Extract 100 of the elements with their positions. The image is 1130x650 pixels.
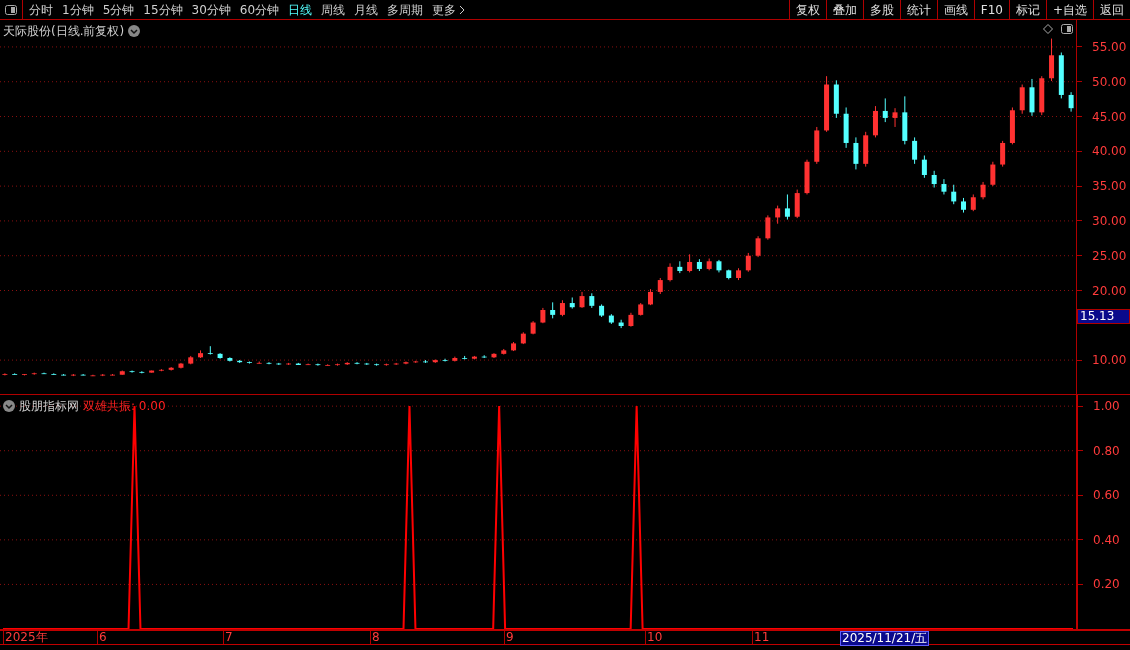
candle <box>491 352 497 359</box>
candle <box>442 358 448 362</box>
candle <box>383 363 389 367</box>
period-tab[interactable]: 5分钟 <box>102 3 135 16</box>
axis-label: 50.00 <box>1092 74 1127 89</box>
candle <box>51 372 57 376</box>
candle <box>129 370 135 374</box>
candle <box>843 107 849 149</box>
candle <box>824 75 830 133</box>
candle <box>198 349 204 359</box>
axis-label: 55.00 <box>1092 39 1127 54</box>
toolbar-button[interactable]: +自选 <box>1045 0 1093 19</box>
candle <box>569 296 575 310</box>
candle <box>295 362 301 366</box>
period-tab[interactable]: 15分钟 <box>143 3 183 16</box>
period-tab[interactable]: 60分钟 <box>239 3 280 16</box>
candle <box>1068 91 1074 113</box>
period-tab[interactable]: 多周期 <box>387 3 424 16</box>
toolbar-button[interactable]: 画线 <box>936 0 974 19</box>
toolbar-button[interactable]: 返回 <box>1093 0 1130 19</box>
toolbar-button[interactable]: 多股 <box>862 0 900 19</box>
candle <box>657 277 663 295</box>
chevron-down-icon[interactable] <box>128 25 141 37</box>
candle <box>882 97 888 123</box>
candle <box>364 362 370 366</box>
candle <box>266 361 272 365</box>
candle <box>648 288 653 306</box>
candle <box>687 253 693 273</box>
period-tab[interactable]: 周线 <box>321 3 346 16</box>
indicator-value: : 0.00 <box>131 398 166 415</box>
candle <box>1029 78 1035 117</box>
chevron-down-icon[interactable] <box>3 400 15 412</box>
candle <box>696 258 702 272</box>
candle <box>334 363 340 367</box>
candle <box>540 307 546 324</box>
date-label: 8 <box>370 631 380 644</box>
date-label: 9 <box>504 631 514 644</box>
panel-toggle-icon[interactable] <box>1061 24 1073 34</box>
candle <box>452 356 458 362</box>
candle <box>80 373 86 376</box>
axis-label: 0.80 <box>1093 443 1120 458</box>
more-button[interactable]: 更多 <box>432 3 466 16</box>
candle <box>305 363 311 366</box>
candle <box>902 95 908 145</box>
candle <box>863 131 869 168</box>
candle <box>41 372 47 375</box>
candle <box>413 360 419 364</box>
toolbar-button[interactable]: F10 <box>973 0 1009 19</box>
candle <box>1058 52 1064 99</box>
period-tab[interactable]: 日线 <box>288 3 313 16</box>
candle <box>530 320 536 335</box>
candle <box>149 370 155 374</box>
candle <box>1019 84 1025 115</box>
period-tab[interactable]: 30分钟 <box>191 3 231 16</box>
candle <box>1009 107 1015 145</box>
candle <box>638 302 644 317</box>
toolbar-button[interactable]: 统计 <box>899 0 937 19</box>
diamond-icon[interactable] <box>1043 24 1053 34</box>
candle <box>374 363 380 367</box>
candle <box>872 105 878 138</box>
chevron-right-icon <box>459 4 466 15</box>
toolbar-button[interactable]: 标记 <box>1008 0 1046 19</box>
candle <box>481 354 487 359</box>
cursor-date: 2025/11/21/五 <box>840 631 930 646</box>
candle <box>325 363 331 367</box>
toolbar-button[interactable]: 叠加 <box>825 0 863 19</box>
candle <box>599 303 605 318</box>
candle <box>12 372 18 376</box>
candle <box>403 361 409 365</box>
candle <box>716 259 722 273</box>
panel-toggle-icon[interactable] <box>5 4 17 15</box>
candle <box>31 372 37 376</box>
candle <box>110 373 115 376</box>
candle <box>941 178 947 195</box>
axis-label: 0.40 <box>1093 532 1120 547</box>
candle <box>256 361 262 365</box>
candle <box>354 361 360 365</box>
candle <box>90 374 96 377</box>
axis-label: 20.00 <box>1092 283 1127 298</box>
candle <box>168 366 174 372</box>
period-tab[interactable]: 分时 <box>29 3 53 16</box>
period-tab[interactable]: 月线 <box>354 3 379 16</box>
axis-label: 45.00 <box>1092 109 1127 124</box>
candle <box>794 189 800 219</box>
axis-label: 10.00 <box>1092 353 1127 368</box>
candle <box>2 372 8 376</box>
candle <box>804 159 810 195</box>
candle <box>628 312 634 328</box>
candle <box>980 181 986 200</box>
candle <box>501 348 507 356</box>
candle <box>706 258 712 271</box>
axis-label: 0.60 <box>1093 488 1120 503</box>
last-price-tag: 15.13 <box>1077 309 1130 324</box>
period-tab[interactable]: 1分钟 <box>62 3 94 16</box>
axis-label: 0.20 <box>1093 577 1120 592</box>
candle <box>912 136 918 165</box>
candle <box>667 262 673 282</box>
toolbar-button[interactable]: 复权 <box>788 0 826 19</box>
indicator-source: 股朋指标网 <box>19 398 79 415</box>
candle <box>276 362 282 366</box>
